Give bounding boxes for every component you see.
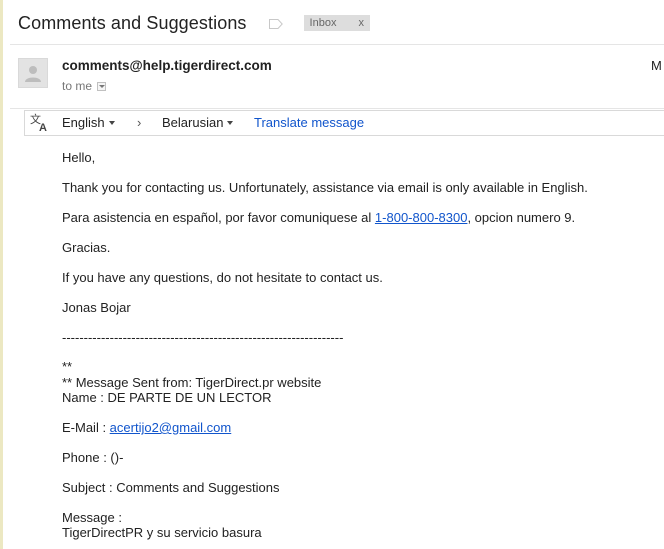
source-language-label: English bbox=[62, 115, 105, 130]
email-subject: Comments and Suggestions bbox=[18, 12, 247, 33]
body-subject-line: Subject : Comments and Suggestions bbox=[62, 480, 280, 495]
email-header: Comments and Suggestions Inbox x bbox=[18, 9, 370, 37]
body-greeting: Hello, bbox=[62, 150, 96, 165]
body-separator: ----------------------------------------… bbox=[62, 330, 344, 345]
recipient-text: to me bbox=[62, 79, 93, 93]
window-left-edge bbox=[0, 0, 3, 549]
inbox-label-text: Inbox bbox=[309, 17, 337, 29]
body-paragraph-2: Para asistencia en español, por favor co… bbox=[62, 210, 575, 225]
phone-link[interactable]: 1-800-800-8300 bbox=[375, 210, 468, 225]
body-thanks: Gracias. bbox=[62, 240, 111, 255]
body-paragraph-1: Thank you for contacting us. Unfortunate… bbox=[62, 180, 588, 195]
recipient-line: to me bbox=[62, 79, 107, 93]
body-phone-line: Phone : ()- bbox=[62, 450, 124, 465]
body-signature: Jonas Bojar bbox=[62, 300, 131, 315]
body-email-line: E-Mail : acertijo2@gmail.com bbox=[62, 420, 231, 435]
translate-message-link[interactable]: Translate message bbox=[254, 115, 364, 130]
p2-text-before: Para asistencia en español, por favor co… bbox=[62, 210, 375, 225]
body-message-value: TigerDirectPR y su servicio basura bbox=[62, 525, 262, 540]
inbox-label-chip: Inbox x bbox=[303, 15, 370, 31]
source-language-dropdown[interactable]: English bbox=[62, 115, 115, 130]
chevron-down-icon bbox=[227, 120, 234, 125]
label-tag-icon[interactable] bbox=[268, 19, 283, 29]
translate-bar: 文 A English › Belarusian Translate messa… bbox=[24, 110, 664, 136]
remove-label-button[interactable]: x bbox=[358, 15, 364, 31]
body-paragraph-3: If you have any questions, do not hesita… bbox=[62, 270, 383, 285]
body-message-label: Message : bbox=[62, 510, 122, 525]
message-divider bbox=[10, 108, 664, 109]
target-language-dropdown[interactable]: Belarusian bbox=[162, 115, 234, 130]
body-sent-from: ** Message Sent from: TigerDirect.pr web… bbox=[62, 375, 322, 390]
date-cut-off: M bbox=[651, 58, 662, 73]
show-details-chevron-icon[interactable] bbox=[97, 81, 107, 91]
header-divider bbox=[10, 44, 664, 45]
svg-text:A: A bbox=[39, 122, 47, 133]
sender-avatar bbox=[18, 58, 48, 88]
sender-address[interactable]: comments@help.tigerdirect.com bbox=[62, 58, 272, 73]
person-icon bbox=[25, 66, 41, 82]
target-language-label: Belarusian bbox=[162, 115, 224, 130]
email-label: E-Mail : bbox=[62, 420, 110, 435]
p2-text-after: , opcion numero 9. bbox=[467, 210, 576, 225]
arrow-right-icon: › bbox=[137, 115, 142, 130]
chevron-down-icon bbox=[108, 120, 115, 125]
translate-icon: 文 A bbox=[30, 113, 47, 133]
body-name-line: Name : DE PARTE DE UN LECTOR bbox=[62, 390, 272, 405]
email-link[interactable]: acertijo2@gmail.com bbox=[110, 420, 232, 435]
body-stars: ** bbox=[62, 359, 73, 374]
